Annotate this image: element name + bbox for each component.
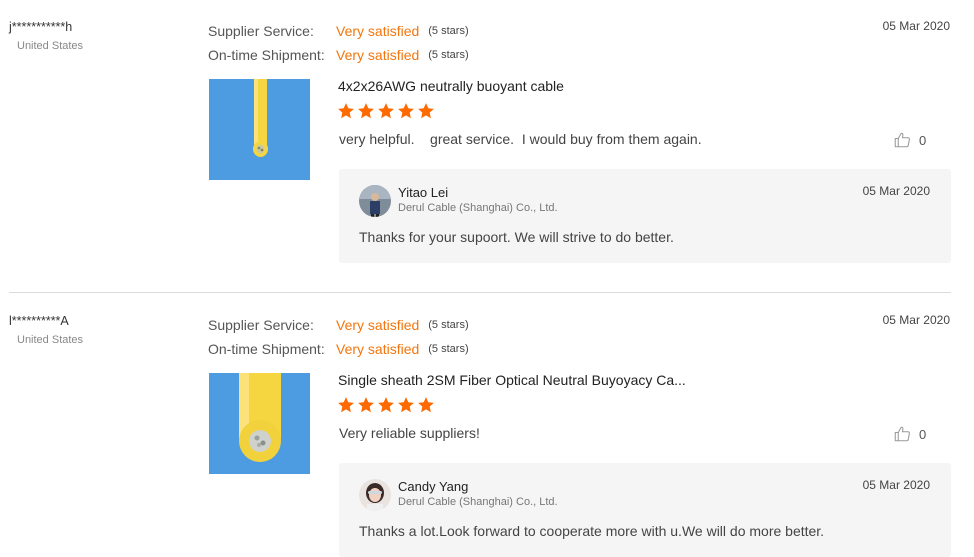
supplier-service-stars: (5 stars) <box>428 319 469 331</box>
supplier-service-rating: Supplier Service: Very satisfied (5 star… <box>208 19 538 43</box>
shipment-label: On-time Shipment: <box>208 47 325 63</box>
star-icon <box>358 103 374 119</box>
review-card: l**********A United States Supplier Serv… <box>0 294 974 557</box>
star-icon <box>378 103 394 119</box>
product-thumbnail[interactable] <box>209 79 310 180</box>
product-thumbnail[interactable] <box>209 373 310 474</box>
like-count: 0 <box>919 132 927 148</box>
shipment-rating: On-time Shipment: Very satisfied (5 star… <box>208 43 538 67</box>
ratings-block: Supplier Service: Very satisfied (5 star… <box>208 19 538 67</box>
buyer-country: United States <box>17 334 84 346</box>
reply-text: Thanks a lot.Look forward to cooperate m… <box>359 523 825 539</box>
supplier-service-stars: (5 stars) <box>428 25 469 37</box>
replier-name: Yitao Lei <box>398 185 449 200</box>
replier-name: Candy Yang <box>398 479 469 494</box>
supplier-service-value: Very satisfied <box>336 23 420 39</box>
review-comment: very helpful. great service. I would buy… <box>339 131 702 147</box>
thumbs-up-icon <box>894 426 910 442</box>
review-date: 05 Mar 2020 <box>882 313 950 327</box>
star-icon <box>398 397 414 413</box>
star-icon <box>398 103 414 119</box>
shipment-value: Very satisfied <box>336 47 420 63</box>
reply-date: 05 Mar 2020 <box>862 184 930 198</box>
shipment-stars: (5 stars) <box>428 343 469 355</box>
avatar <box>359 479 391 511</box>
review-comment: Very reliable suppliers! <box>339 425 480 441</box>
thumbs-up-icon <box>894 132 910 148</box>
reply-date: 05 Mar 2020 <box>862 478 930 492</box>
shipment-value: Very satisfied <box>336 341 420 357</box>
buyer-name: l**********A <box>9 314 69 328</box>
supplier-service-rating: Supplier Service: Very satisfied (5 star… <box>208 313 538 337</box>
review-divider <box>9 292 951 293</box>
shipment-stars: (5 stars) <box>428 49 469 61</box>
review-date: 05 Mar 2020 <box>882 19 950 33</box>
star-icon <box>418 103 434 119</box>
star-icon <box>358 397 374 413</box>
star-icon <box>418 397 434 413</box>
ratings-block: Supplier Service: Very satisfied (5 star… <box>208 313 538 361</box>
shipment-rating: On-time Shipment: Very satisfied (5 star… <box>208 337 538 361</box>
supplier-reply: Yitao Lei Derul Cable (Shanghai) Co., Lt… <box>339 169 951 263</box>
like-button[interactable]: 0 <box>893 131 926 149</box>
product-title[interactable]: 4x2x26AWG neutrally buoyant cable <box>338 78 564 94</box>
supplier-service-value: Very satisfied <box>336 317 420 333</box>
supplier-service-label: Supplier Service: <box>208 23 314 39</box>
star-icon <box>338 397 354 413</box>
product-rating-stars <box>337 102 435 120</box>
avatar <box>359 185 391 217</box>
review-card: j***********h United States Supplier Ser… <box>0 0 974 292</box>
like-button[interactable]: 0 <box>893 425 926 443</box>
product-title[interactable]: Single sheath 2SM Fiber Optical Neutral … <box>338 372 686 388</box>
replier-company: Derul Cable (Shanghai) Co., Ltd. <box>398 496 558 508</box>
shipment-label: On-time Shipment: <box>208 341 325 357</box>
replier-company: Derul Cable (Shanghai) Co., Ltd. <box>398 202 558 214</box>
product-rating-stars <box>337 396 435 414</box>
like-count: 0 <box>919 426 927 442</box>
buyer-name: j***********h <box>9 20 73 34</box>
supplier-reply: Candy Yang Derul Cable (Shanghai) Co., L… <box>339 463 951 557</box>
star-icon <box>338 103 354 119</box>
reply-text: Thanks for your supoort. We will strive … <box>359 229 674 245</box>
buyer-country: United States <box>17 40 84 52</box>
supplier-service-label: Supplier Service: <box>208 317 314 333</box>
star-icon <box>378 397 394 413</box>
